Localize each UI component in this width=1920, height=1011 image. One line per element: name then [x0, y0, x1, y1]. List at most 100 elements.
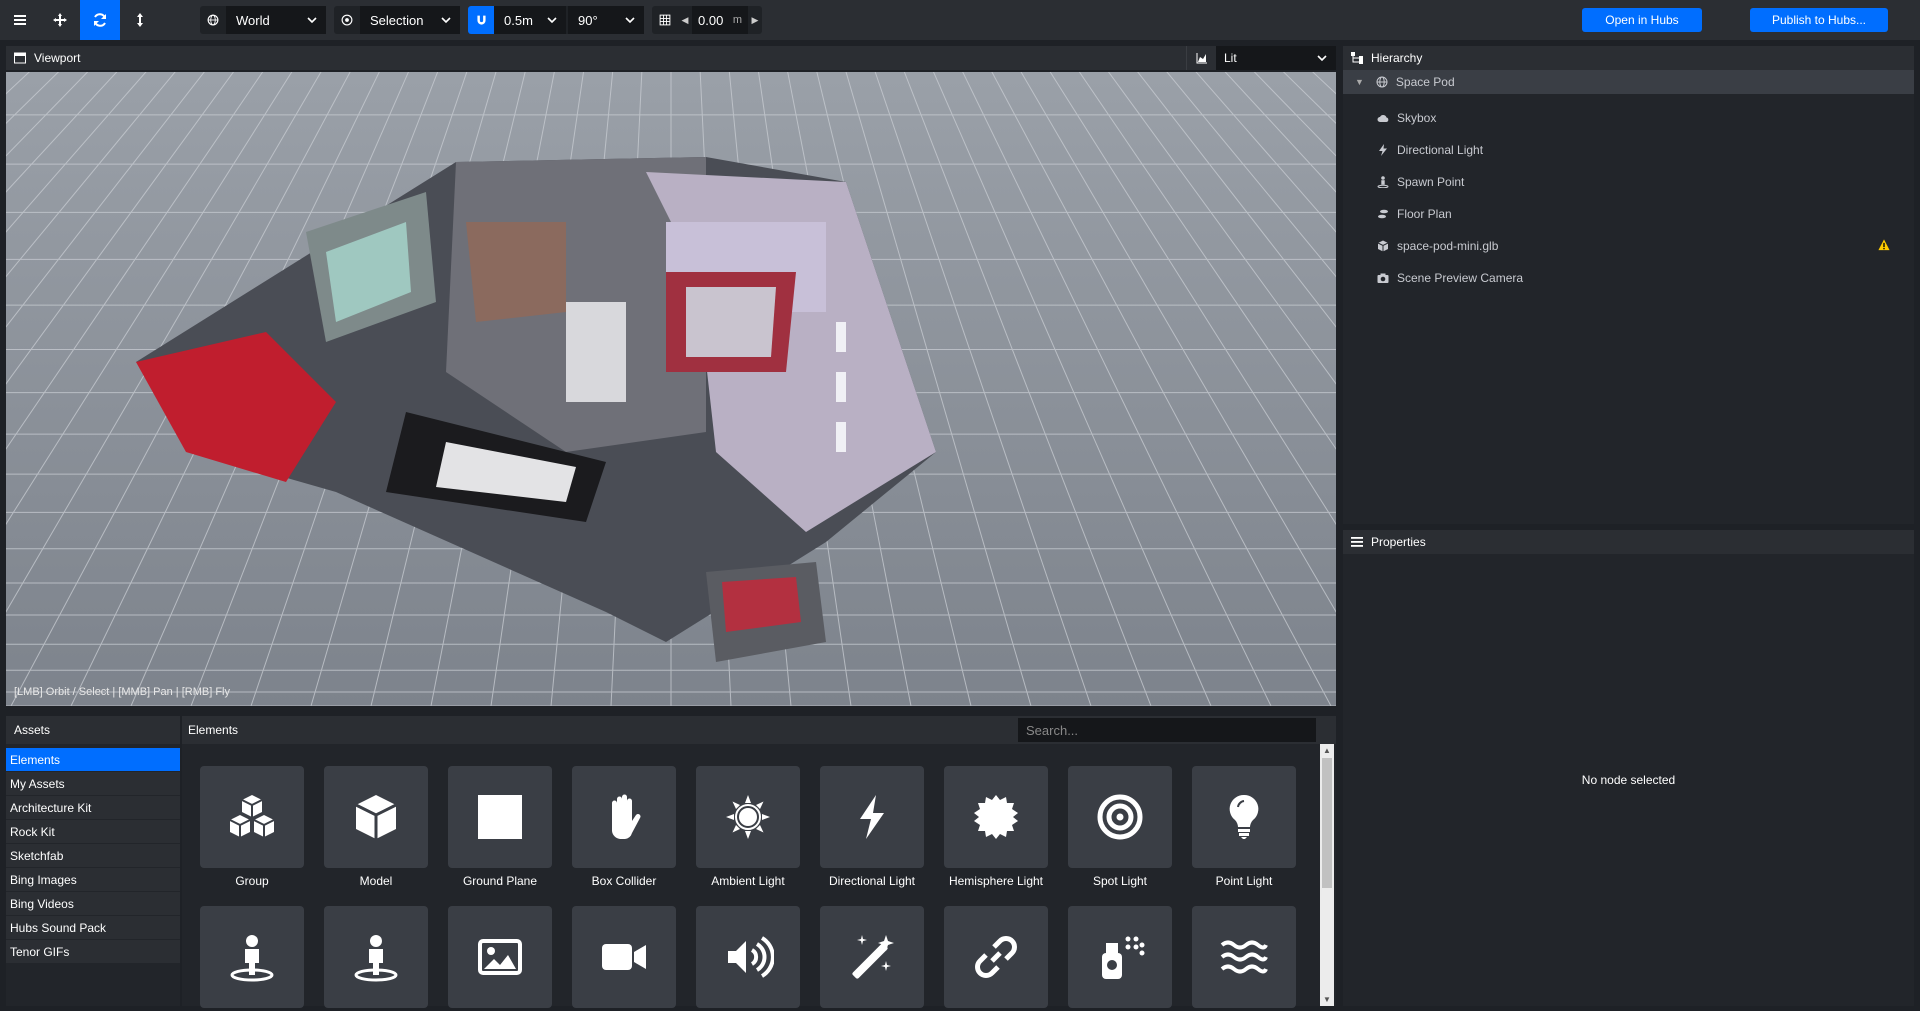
translation-snap-select[interactable]: 0.5m — [494, 6, 566, 34]
element-tile-label: Group — [235, 874, 269, 888]
hierarchy-item-skybox[interactable]: Skybox — [1343, 102, 1914, 134]
asset-source-bing-videos[interactable]: Bing Videos — [6, 892, 180, 916]
hierarchy-item-spawn-point[interactable]: Spawn Point — [1343, 166, 1914, 198]
cube-icon — [1377, 240, 1389, 252]
globe-icon — [1376, 76, 1388, 88]
hierarchy-item-floor-plan[interactable]: Floor Plan — [1343, 198, 1914, 230]
elements-panel: Elements Search... Group Model Ground Pl… — [182, 716, 1336, 1008]
menu-button[interactable] — [0, 0, 40, 40]
scroll-up-icon: ▲ — [1323, 746, 1331, 755]
stats-toggle-button[interactable] — [1186, 46, 1216, 70]
grid-height-value: 0.00 — [698, 12, 724, 28]
properties-title: Properties — [1371, 535, 1426, 549]
top-toolbar: World Selection 0.5m 90° ◀ 0.00 m ▶ Open… — [0, 0, 1920, 40]
scrollbar-thumb[interactable] — [1322, 758, 1332, 888]
hierarchy-item-label: Scene Preview Camera — [1397, 271, 1524, 285]
sliders-icon — [1351, 537, 1363, 547]
chevron-down-icon — [441, 17, 451, 24]
video-icon — [602, 944, 646, 970]
publish-to-hubs-button[interactable]: Publish to Hubs... — [1750, 8, 1888, 32]
magnet-icon — [476, 15, 486, 25]
cloud-icon — [1377, 115, 1389, 122]
element-tile-label: Ambient Light — [711, 874, 785, 888]
asset-source-bing-images[interactable]: Bing Images — [6, 868, 180, 892]
element-tile-group[interactable]: Group — [200, 766, 304, 888]
grid-icon — [659, 14, 671, 26]
asset-source-hubs-sound-pack[interactable]: Hubs Sound Pack — [6, 916, 180, 940]
viewport-header: Viewport — [6, 46, 1336, 70]
element-tile-spray[interactable] — [1068, 906, 1172, 1008]
element-tile-label: Ground Plane — [462, 874, 538, 888]
element-tile-video[interactable] — [572, 906, 676, 1008]
transform-space-group: World — [200, 6, 326, 34]
hierarchy-item-space-pod-glb[interactable]: space-pod-mini.glb — [1343, 230, 1914, 262]
sun-icon — [726, 795, 770, 839]
square-icon — [478, 795, 522, 839]
element-tile-directional-light[interactable]: Directional Light — [820, 766, 924, 888]
element-tile-water[interactable] — [1192, 906, 1296, 1008]
viewport-help-text: [LMB] Orbit / Select | [MMB] Pan | [RMB]… — [14, 686, 230, 698]
element-tile-ground-plane[interactable]: Ground Plane — [448, 766, 552, 888]
element-tile-particle-emitter[interactable] — [820, 906, 924, 1008]
hierarchy-panel: Hierarchy ▼ Space Pod Skybox Directional… — [1343, 46, 1914, 524]
asset-source-rock-kit[interactable]: Rock Kit — [6, 820, 180, 844]
grid-height-input[interactable]: 0.00 m — [692, 6, 748, 34]
element-tile-link[interactable] — [944, 906, 1048, 1008]
element-tile-hemisphere-light[interactable]: Hemisphere Light — [944, 766, 1048, 888]
transform-pivot-select[interactable]: Selection — [360, 6, 460, 34]
asset-source-elements[interactable]: Elements — [6, 748, 180, 772]
grid-height-unit: m — [732, 14, 742, 26]
element-tile-spawn-point[interactable] — [200, 906, 304, 1008]
element-tile-box-collider[interactable]: Box Collider — [572, 766, 676, 888]
bullseye-icon — [1097, 794, 1143, 840]
hierarchy-item-label: Spawn Point — [1397, 175, 1465, 189]
properties-panel: Properties No node selected — [1343, 530, 1914, 1006]
element-tile-spot-light[interactable]: Spot Light — [1068, 766, 1172, 888]
transform-space-value: World — [236, 12, 270, 28]
hierarchy-item-scene-preview-camera[interactable]: Scene Preview Camera — [1343, 262, 1914, 294]
scene-canvas[interactable]: [LMB] Orbit / Select | [MMB] Pan | [RMB]… — [6, 72, 1336, 706]
element-tile-image[interactable] — [448, 906, 552, 1008]
element-tile-audio[interactable] — [696, 906, 800, 1008]
render-mode-select[interactable]: Lit — [1216, 46, 1336, 70]
element-tile-model[interactable]: Model — [324, 766, 428, 888]
assets-title: Assets — [14, 723, 51, 737]
grid-height-decrease[interactable]: ◀ — [678, 6, 692, 34]
hierarchy-item-label: Directional Light — [1397, 143, 1484, 157]
grid-height-increase[interactable]: ▶ — [748, 6, 762, 34]
asset-source-tenor-gifs[interactable]: Tenor GIFs — [6, 940, 180, 964]
asset-source-architecture-kit[interactable]: Architecture Kit — [6, 796, 180, 820]
viewport-panel: Viewport Lit [LMB] Orbit / Select | [MMB… — [6, 46, 1336, 706]
hierarchy-item-directional-light[interactable]: Directional Light — [1343, 134, 1914, 166]
assets-header: Assets — [6, 716, 180, 744]
publish-actions: Open in Hubs Publish to Hubs... — [1582, 8, 1888, 32]
element-tile-ambient-light[interactable]: Ambient Light — [696, 766, 800, 888]
element-tile-label: Hemisphere Light — [948, 874, 1044, 888]
warning-icon[interactable] — [1878, 239, 1890, 251]
asset-source-sketchfab[interactable]: Sketchfab — [6, 844, 180, 868]
element-tile-label: Spot Light — [1092, 874, 1148, 888]
element-tile-label: Box Collider — [591, 874, 657, 888]
snap-toggle-button[interactable] — [468, 6, 494, 34]
hierarchy-root-space-pod[interactable]: ▼ Space Pod — [1343, 70, 1914, 94]
hierarchy-header: Hierarchy — [1343, 46, 1914, 70]
viewport-title: Viewport — [34, 51, 81, 65]
cubes-icon — [229, 795, 275, 837]
grid-toggle-button[interactable] — [652, 6, 678, 34]
hand-paper-icon — [612, 794, 641, 839]
translate-tool-button[interactable] — [40, 0, 80, 40]
rotation-snap-select[interactable]: 90° — [568, 6, 644, 34]
water-icon — [1220, 940, 1268, 974]
person-icon — [354, 935, 398, 982]
image-icon — [478, 939, 522, 975]
element-tile-point-light[interactable]: Point Light — [1192, 766, 1296, 888]
transform-space-select[interactable]: World — [226, 6, 326, 34]
elements-search-input[interactable]: Search... — [1018, 718, 1316, 742]
asset-source-my-assets[interactable]: My Assets — [6, 772, 180, 796]
rotate-tool-button[interactable] — [80, 0, 120, 40]
open-in-hubs-button[interactable]: Open in Hubs — [1582, 8, 1702, 32]
element-tile-waypoint[interactable] — [324, 906, 428, 1008]
sitemap-icon — [1351, 52, 1363, 64]
elements-scrollbar[interactable]: ▲ ▼ — [1320, 744, 1334, 1006]
scale-tool-button[interactable] — [120, 0, 160, 40]
